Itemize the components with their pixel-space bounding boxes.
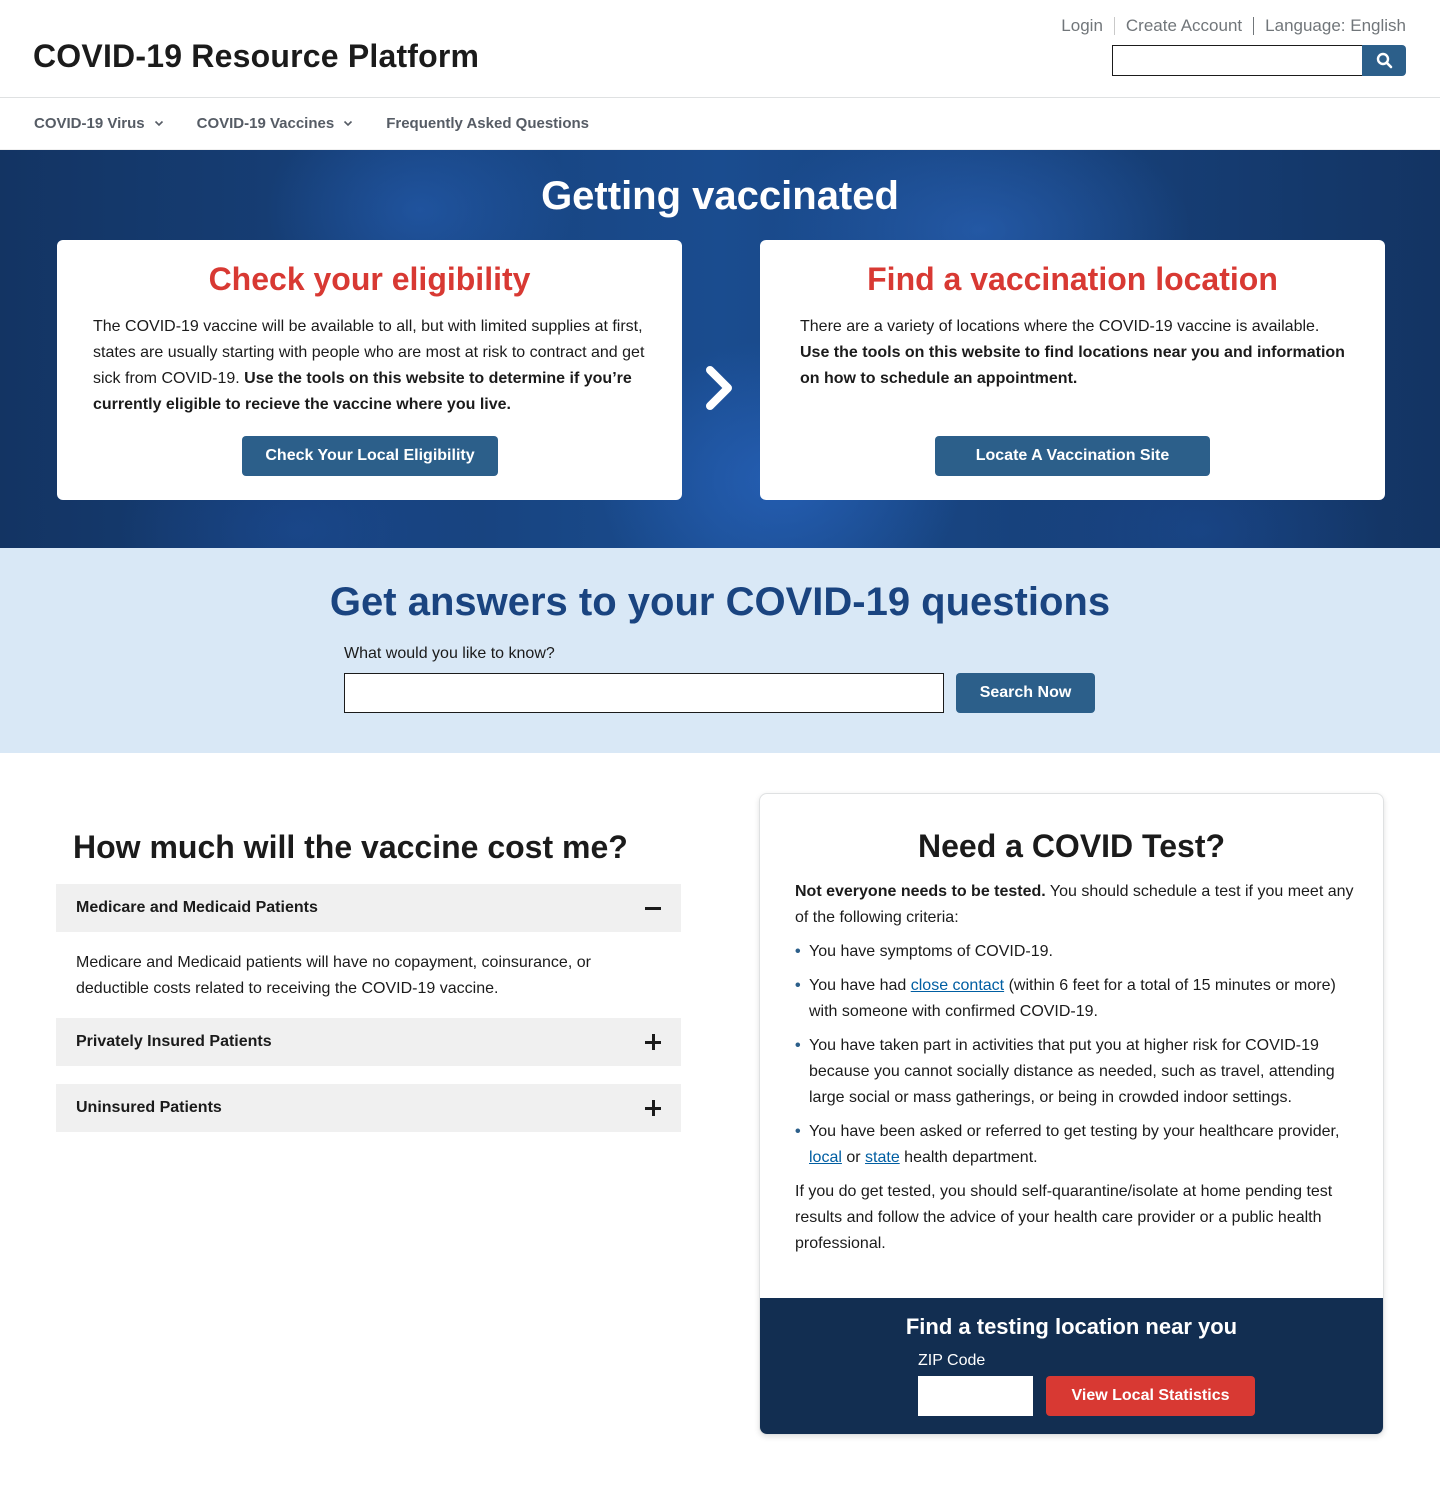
criteria-text: You have been asked or referred to get t…: [809, 1123, 1340, 1140]
state-link[interactable]: state: [865, 1149, 900, 1166]
card-heading: Check your eligibility: [208, 261, 531, 297]
nav-item-label: COVID-19 Virus: [34, 115, 145, 132]
accordion-label: Uninsured Patients: [76, 1099, 222, 1116]
zip-code-label: ZIP Code: [918, 1352, 986, 1369]
criteria-list: You have symptoms of COVID-19. You have …: [795, 939, 1361, 1171]
nav-item-covid-virus[interactable]: COVID-19 Virus: [34, 115, 164, 132]
accordion-label: Privately Insured Patients: [76, 1033, 272, 1050]
questions-search-input[interactable]: [344, 673, 944, 713]
nav-item-label: COVID-19 Vaccines: [196, 115, 335, 132]
questions-label: What would you like to know?: [344, 645, 555, 662]
test-title: Need a COVID Test?: [917, 828, 1226, 864]
check-eligibility-button[interactable]: Check Your Local Eligibility: [242, 436, 498, 476]
search-now-button[interactable]: Search Now: [956, 673, 1095, 713]
view-local-statistics-button[interactable]: View Local Statistics: [1046, 1376, 1255, 1416]
plus-icon: [645, 1034, 661, 1050]
locate-vaccination-site-button[interactable]: Locate A Vaccination Site: [935, 436, 1210, 476]
nav-item-covid-vaccines[interactable]: COVID-19 Vaccines: [197, 115, 354, 132]
zip-code-input[interactable]: [918, 1376, 1033, 1416]
eligibility-card: Check your eligibility The COVID-19 vacc…: [57, 240, 682, 500]
criteria-item: You have been asked or referred to get t…: [795, 1119, 1361, 1171]
accordion-header[interactable]: Uninsured Patients: [56, 1084, 681, 1132]
covid-test-card: Need a COVID Test? Not everyone needs to…: [759, 793, 1384, 1435]
test-after-text: If you do get tested, you should self-qu…: [795, 1183, 1333, 1252]
search-icon: [1376, 52, 1393, 69]
utility-links: Login Create Account Language: English: [1061, 16, 1406, 36]
criteria-text: You have symptoms of COVID-19.: [809, 943, 1053, 960]
test-body: Not everyone needs to be tested. You sho…: [760, 879, 1383, 1257]
accordion-body: Medicare and Medicaid patients will have…: [76, 954, 591, 997]
nav-item-label: Frequently Asked Questions: [386, 115, 590, 132]
divider: [1253, 17, 1255, 35]
accordion-item-medicare: Medicare and Medicaid Patients Medicare …: [56, 884, 681, 1002]
questions-title: Get answers to your COVID-19 questions: [329, 580, 1111, 624]
local-link[interactable]: local: [809, 1149, 842, 1166]
plus-icon: [645, 1100, 661, 1116]
card-text-bold: Use the tools on this website to find lo…: [800, 344, 1345, 387]
criteria-text: health department.: [899, 1149, 1038, 1166]
create-account-link[interactable]: Create Account: [1126, 16, 1242, 36]
site-header: COVID-19 Resource Platform Login Create …: [0, 0, 1440, 98]
questions-section: Get answers to your COVID-19 questions W…: [0, 548, 1440, 753]
header-search-button[interactable]: [1362, 45, 1406, 76]
lower-section: How much will the vaccine cost me? Medic…: [0, 753, 1440, 1487]
header-search: [1112, 45, 1406, 76]
criteria-item: You have had close contact (within 6 fee…: [795, 973, 1361, 1025]
minus-icon: [645, 900, 661, 916]
criteria-item: You have symptoms of COVID-19.: [795, 939, 1361, 965]
card-text: There are a variety of locations where t…: [800, 314, 1345, 392]
chevron-down-icon: [343, 120, 353, 127]
testing-location-footer: Find a testing location near you ZIP Cod…: [760, 1298, 1383, 1434]
accordion-item-uninsured: Uninsured Patients: [56, 1084, 681, 1132]
cost-title: How much will the vaccine cost me?: [73, 829, 628, 865]
hero-title: Getting vaccinated: [541, 174, 899, 218]
hero-section: Getting vaccinated Check your eligibilit…: [0, 150, 1440, 548]
chevron-down-icon: [154, 120, 164, 127]
test-intro: Not everyone needs to be tested. You sho…: [795, 879, 1361, 931]
criteria-item: You have taken part in activities that p…: [795, 1033, 1361, 1111]
criteria-text: You have taken part in activities that p…: [809, 1037, 1335, 1106]
accordion-header[interactable]: Medicare and Medicaid Patients: [56, 884, 681, 932]
criteria-text: You have had: [809, 977, 911, 994]
language-selector[interactable]: Language: English: [1265, 16, 1406, 36]
chevron-right-icon: [702, 364, 738, 417]
card-text-regular: There are a variety of locations where t…: [800, 318, 1320, 335]
divider: [1113, 17, 1115, 35]
close-contact-link[interactable]: close contact: [911, 977, 1004, 994]
accordion-item-private: Privately Insured Patients: [56, 1018, 681, 1066]
primary-nav: COVID-19 Virus COVID-19 Vaccines Frequen…: [0, 98, 1440, 150]
criteria-text: or: [841, 1149, 866, 1166]
header-search-input[interactable]: [1112, 45, 1362, 76]
login-link[interactable]: Login: [1061, 16, 1103, 36]
test-intro-bold: Not everyone needs to be tested.: [795, 883, 1046, 900]
nav-item-faq[interactable]: Frequently Asked Questions: [386, 115, 589, 132]
testing-location-title: Find a testing location near you: [905, 1314, 1238, 1339]
accordion-label: Medicare and Medicaid Patients: [76, 899, 318, 916]
site-title[interactable]: COVID-19 Resource Platform: [33, 38, 479, 75]
vaccination-location-card: Find a vaccination location There are a …: [760, 240, 1385, 500]
card-heading: Find a vaccination location: [867, 261, 1278, 297]
card-text: The COVID-19 vaccine will be available t…: [93, 314, 646, 418]
accordion-header[interactable]: Privately Insured Patients: [56, 1018, 681, 1066]
